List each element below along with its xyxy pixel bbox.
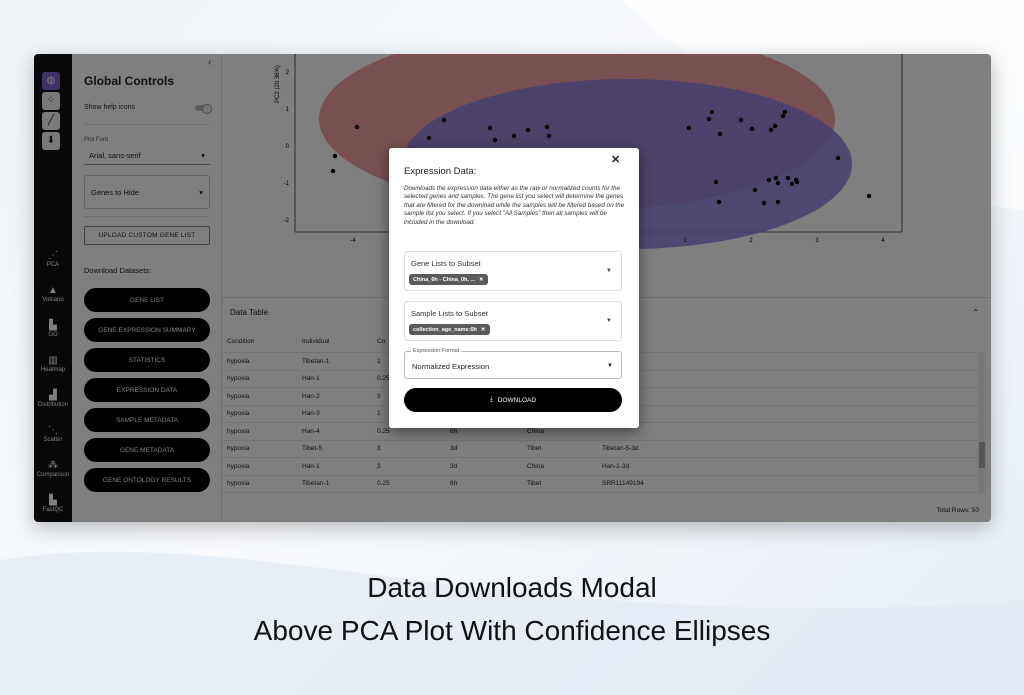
- expression-data-modal: ✕ Expression Data: Downloads the express…: [389, 148, 639, 428]
- dropdown-arrow-icon: ▼: [606, 318, 612, 324]
- expression-format-label: Expression Format: [411, 348, 462, 354]
- modal-title: Expression Data:: [404, 166, 477, 177]
- expression-format-value: Normalized Expression: [412, 362, 490, 371]
- remove-chip-icon[interactable]: ✕: [479, 277, 484, 283]
- caption-line-1: Data Downloads Modal: [367, 572, 657, 603]
- gene-list-chip[interactable]: China_6h - China_0h, ... ✕: [409, 274, 488, 285]
- close-icon[interactable]: ✕: [611, 153, 620, 166]
- chip-label: collection_age_name:6h: [413, 326, 477, 333]
- sample-list-chip[interactable]: collection_age_name:6h ✕: [409, 324, 490, 335]
- app-window: ◍ ⁘ ╱ ⬇ ⋰ PCA ▲ Volcano ▙ GO ▥ Heatmap: [34, 54, 991, 522]
- download-button-label: DOWNLOAD: [497, 396, 537, 404]
- chip-label: China_6h - China_0h, ...: [413, 276, 476, 283]
- download-icon: ⤓: [489, 396, 493, 403]
- dropdown-arrow-icon: ▼: [606, 268, 612, 274]
- gene-lists-label: Gene Lists to Subset: [411, 259, 481, 268]
- dropdown-arrow-icon: ▼: [607, 363, 613, 369]
- download-button[interactable]: ⤓ DOWNLOAD: [404, 388, 622, 412]
- gene-lists-select[interactable]: Gene Lists to Subset China_6h - China_0h…: [404, 251, 622, 291]
- caption-line-2: Above PCA Plot With Confidence Ellipses: [253, 615, 771, 646]
- expression-format-select[interactable]: Expression Format Normalized Expression …: [404, 348, 622, 379]
- remove-chip-icon[interactable]: ✕: [481, 327, 486, 333]
- sample-lists-label: Sample Lists to Subset: [411, 309, 488, 318]
- sample-lists-select[interactable]: Sample Lists to Subset collection_age_na…: [404, 301, 622, 341]
- modal-description: Downloads the expression data either as …: [404, 185, 625, 226]
